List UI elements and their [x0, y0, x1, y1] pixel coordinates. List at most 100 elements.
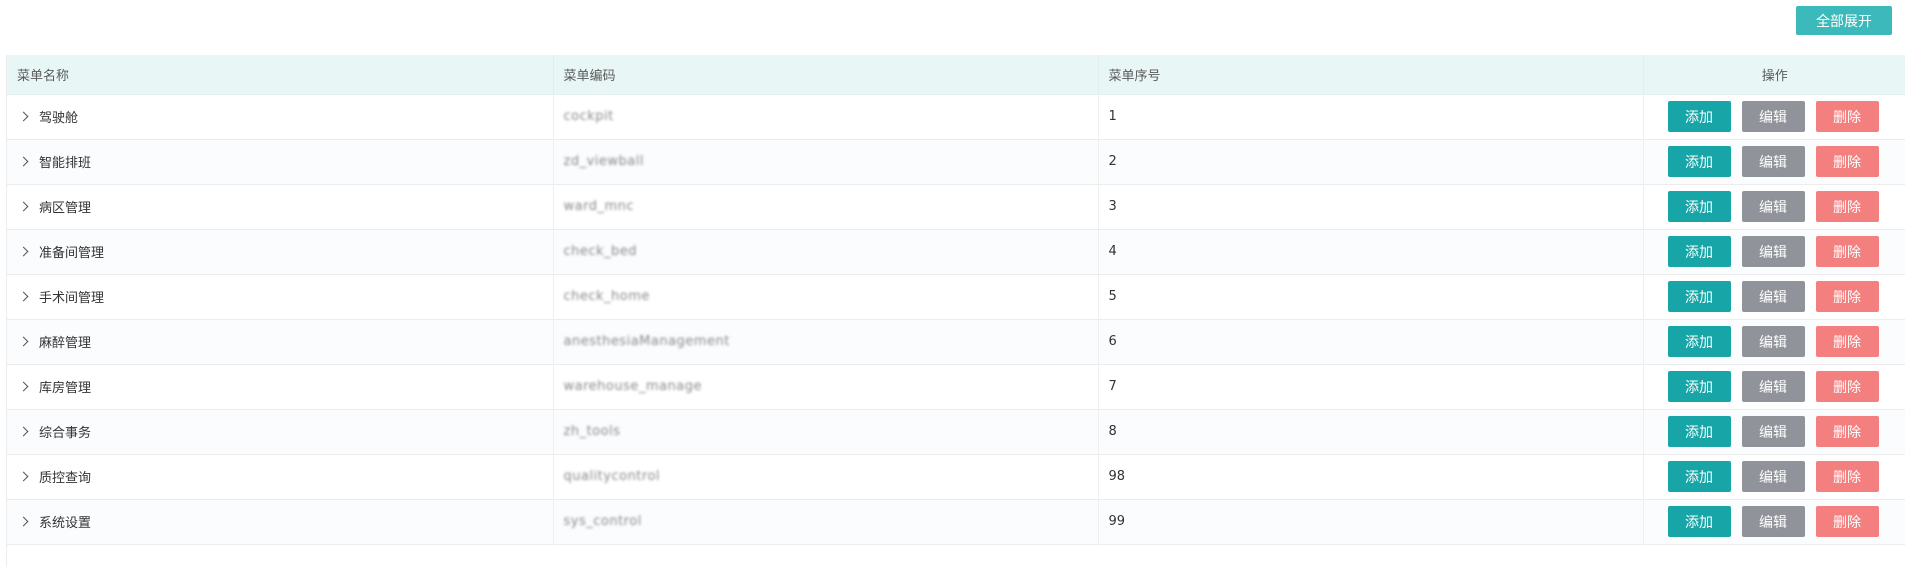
- add-button[interactable]: 添加: [1667, 416, 1731, 447]
- menu-code-cell: qualitycontrol: [553, 454, 1099, 499]
- menu-code-cell: warehouse_manage: [553, 364, 1099, 409]
- menu-code-cell: ward_mnc: [553, 184, 1099, 229]
- delete-button[interactable]: 删除: [1815, 146, 1879, 177]
- add-button[interactable]: 添加: [1667, 281, 1731, 312]
- menu-order-cell: 6: [1098, 319, 1644, 364]
- add-button[interactable]: 添加: [1667, 146, 1731, 177]
- delete-button[interactable]: 删除: [1815, 236, 1879, 267]
- menu-name-text: 系统设置: [39, 516, 92, 531]
- delete-button[interactable]: 删除: [1815, 506, 1879, 537]
- table-row: 驾驶舱 cockpit 1 添加 编辑 删除: [7, 94, 1905, 139]
- add-button[interactable]: 添加: [1667, 371, 1731, 402]
- menu-name-cell: 综合事务: [7, 409, 554, 454]
- menu-name-cell: 病区管理: [7, 184, 554, 229]
- header-menu-code: 菜单编码: [553, 55, 1099, 95]
- menu-name-text: 综合事务: [39, 426, 92, 441]
- menu-code-text: warehouse_manage: [563, 379, 702, 394]
- expand-all-button[interactable]: 全部展开: [1796, 6, 1892, 35]
- chevron-right-icon[interactable]: [17, 245, 31, 259]
- menu-name-text: 质控查询: [39, 471, 92, 486]
- table-row: 综合事务 zh_tools 8 添加 编辑 删除: [7, 409, 1905, 454]
- menu-code-text: ward_mnc: [563, 199, 635, 214]
- operations-cell: 添加 编辑 删除: [1643, 499, 1905, 544]
- menu-code-cell: check_bed: [553, 229, 1099, 274]
- menu-code-text: cockpit: [563, 109, 614, 124]
- add-button[interactable]: 添加: [1667, 101, 1731, 132]
- menu-name-text: 病区管理: [39, 201, 92, 216]
- chevron-right-icon[interactable]: [17, 155, 31, 169]
- edit-button[interactable]: 编辑: [1741, 371, 1805, 402]
- menu-code-cell: zh_tools: [553, 409, 1099, 454]
- menu-order-cell: 4: [1098, 229, 1644, 274]
- menu-name-text: 库房管理: [39, 381, 92, 396]
- menu-code-text: check_bed: [563, 244, 638, 259]
- table-row: 智能排班 zd_viewball 2 添加 编辑 删除: [7, 139, 1905, 184]
- operations-cell: 添加 编辑 删除: [1643, 274, 1905, 319]
- edit-button[interactable]: 编辑: [1741, 101, 1805, 132]
- table-row: 手术间管理 check_home 5 添加 编辑 删除: [7, 274, 1905, 319]
- menu-name-cell: 系统设置: [7, 499, 554, 544]
- menu-tree-table: 菜单名称 菜单编码 菜单序号 操作 驾驶舱 cockpit 1 添加编辑删除: [7, 55, 1905, 545]
- edit-button[interactable]: 编辑: [1741, 281, 1805, 312]
- chevron-right-icon[interactable]: [17, 515, 31, 529]
- operations-cell: 添加 编辑 删除: [1643, 319, 1905, 364]
- edit-button[interactable]: 编辑: [1741, 416, 1805, 447]
- edit-button[interactable]: 编辑: [1741, 326, 1805, 357]
- header-operations: 操作: [1643, 55, 1905, 95]
- table-body: 驾驶舱 cockpit 1 添加 编辑 删除 智能排班 zd_viewball 2 …: [7, 94, 1905, 544]
- menu-order-cell: 1: [1098, 94, 1644, 139]
- menu-code-cell: cockpit: [553, 94, 1099, 139]
- toolbar: 全部展开: [0, 6, 1905, 35]
- menu-name-cell: 麻醉管理: [7, 319, 554, 364]
- add-button[interactable]: 添加: [1667, 236, 1731, 267]
- menu-name-cell: 库房管理: [7, 364, 554, 409]
- menu-code-cell: anesthesiaManagement: [553, 319, 1099, 364]
- menu-order-text: 99: [1108, 514, 1126, 529]
- menu-order-cell: 99: [1098, 499, 1644, 544]
- header-menu-order: 菜单序号: [1098, 55, 1644, 95]
- delete-button[interactable]: 删除: [1815, 416, 1879, 447]
- delete-button[interactable]: 删除: [1815, 101, 1879, 132]
- menu-order-cell: 5: [1098, 274, 1644, 319]
- chevron-right-icon[interactable]: [17, 425, 31, 439]
- delete-button[interactable]: 删除: [1815, 281, 1879, 312]
- chevron-right-icon[interactable]: [17, 110, 31, 124]
- menu-order-cell: 8: [1098, 409, 1644, 454]
- chevron-right-icon[interactable]: [17, 290, 31, 304]
- delete-button[interactable]: 删除: [1815, 191, 1879, 222]
- operations-cell: 添加 编辑 删除: [1643, 139, 1905, 184]
- add-button[interactable]: 添加: [1667, 461, 1731, 492]
- add-button[interactable]: 添加: [1667, 191, 1731, 222]
- menu-order-cell: 2: [1098, 139, 1644, 184]
- table-row: 系统设置 sys_control 99 添加 编辑 删除: [7, 499, 1905, 544]
- edit-button[interactable]: 编辑: [1741, 506, 1805, 537]
- menu-code-text: sys_control: [563, 514, 642, 529]
- menu-name-text: 驾驶舱: [39, 111, 79, 126]
- menu-order-text: 5: [1108, 289, 1117, 304]
- edit-button[interactable]: 编辑: [1741, 461, 1805, 492]
- menu-order-text: 4: [1108, 244, 1117, 259]
- operations-cell: 添加 编辑 删除: [1643, 409, 1905, 454]
- edit-button[interactable]: 编辑: [1741, 146, 1805, 177]
- edit-button[interactable]: 编辑: [1741, 236, 1805, 267]
- menu-name-cell: 驾驶舱: [7, 94, 554, 139]
- add-button[interactable]: 添加: [1667, 506, 1731, 537]
- menu-name-text: 麻醉管理: [39, 336, 92, 351]
- delete-button[interactable]: 删除: [1815, 371, 1879, 402]
- chevron-right-icon[interactable]: [17, 200, 31, 214]
- table-row: 麻醉管理 anesthesiaManagement 6 添加 编辑 删除: [7, 319, 1905, 364]
- menu-order-text: 6: [1108, 334, 1117, 349]
- operations-cell: 添加 编辑 删除: [1643, 229, 1905, 274]
- menu-code-text: check_home: [563, 289, 650, 304]
- menu-order-text: 1: [1108, 109, 1117, 124]
- delete-button[interactable]: 删除: [1815, 461, 1879, 492]
- chevron-right-icon[interactable]: [17, 380, 31, 394]
- delete-button[interactable]: 删除: [1815, 326, 1879, 357]
- edit-button[interactable]: 编辑: [1741, 191, 1805, 222]
- chevron-right-icon[interactable]: [17, 335, 31, 349]
- menu-code-cell: zd_viewball: [553, 139, 1099, 184]
- chevron-right-icon[interactable]: [17, 470, 31, 484]
- operations-cell: 添加 编辑 删除: [1643, 364, 1905, 409]
- add-button[interactable]: 添加: [1667, 326, 1731, 357]
- menu-code-cell: check_home: [553, 274, 1099, 319]
